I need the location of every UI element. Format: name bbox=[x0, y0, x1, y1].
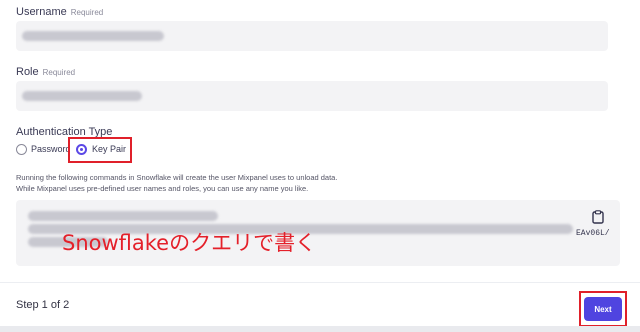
annotation-text: Snowflakeのクエリで書く bbox=[62, 231, 317, 255]
password-radio-label[interactable]: Password bbox=[31, 144, 71, 154]
username-redacted-value bbox=[22, 31, 164, 41]
code-visible-tail: EAv06L/ bbox=[576, 229, 610, 238]
username-input[interactable] bbox=[16, 21, 608, 51]
help-text-line-1: Running the following commands in Snowfl… bbox=[16, 173, 338, 182]
bottom-edge bbox=[0, 326, 640, 332]
next-highlight bbox=[579, 291, 627, 327]
role-label-text: Role bbox=[16, 66, 39, 78]
footer-divider bbox=[0, 282, 640, 283]
clipboard-icon[interactable] bbox=[589, 208, 607, 226]
username-label: Username Required bbox=[16, 6, 103, 18]
role-required: Required bbox=[42, 68, 76, 77]
key-pair-highlight bbox=[68, 137, 132, 163]
role-redacted-value bbox=[22, 91, 142, 101]
role-label: Role Required bbox=[16, 66, 75, 78]
role-input[interactable] bbox=[16, 81, 608, 111]
redacted-code-line-1 bbox=[28, 211, 218, 221]
step-indicator: Step 1 of 2 bbox=[16, 299, 70, 311]
username-label-text: Username bbox=[16, 6, 67, 18]
password-radio[interactable] bbox=[16, 144, 27, 155]
help-text-line-2: While Mixpanel uses pre-defined user nam… bbox=[16, 184, 309, 193]
username-required: Required bbox=[70, 8, 104, 17]
